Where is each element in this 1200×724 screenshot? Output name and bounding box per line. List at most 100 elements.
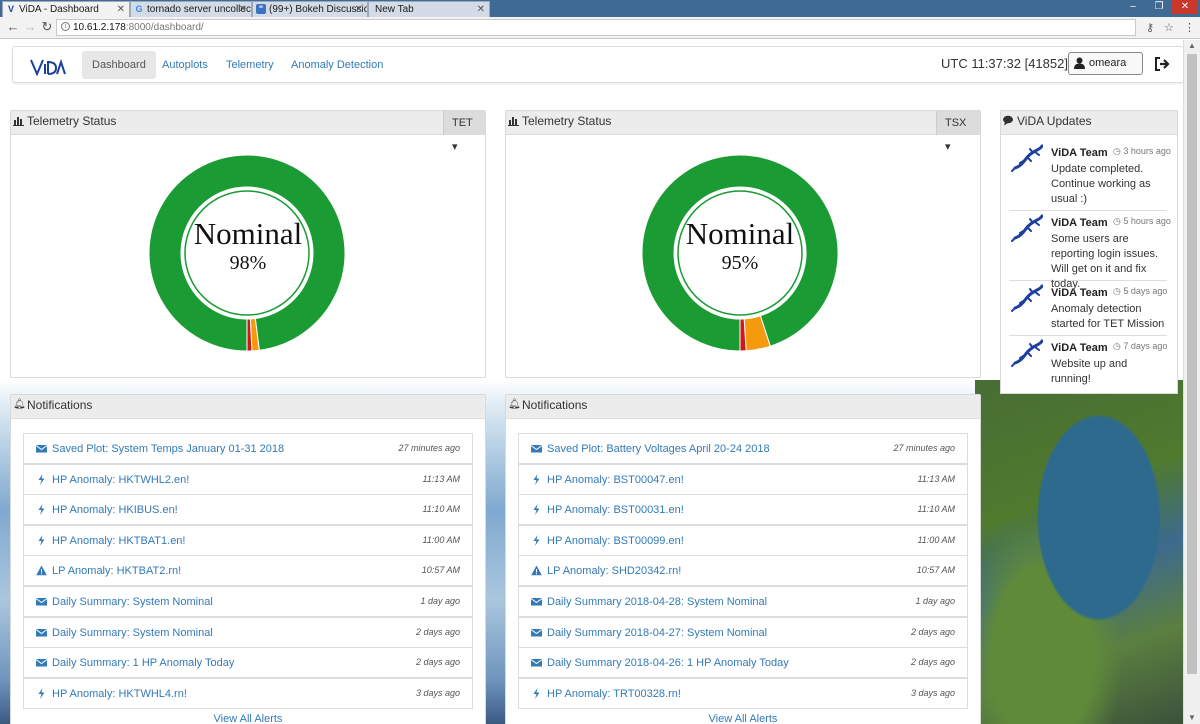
browser-tab-bokeh[interactable]: " (99+) Bokeh Discussion ✕ [252,1,368,17]
notification-link[interactable]: Daily Summary: 1 HP Anomaly Today [52,657,234,669]
notifications-panel-tet: 🔔︎ Notifications Saved Plot: System Temp… [10,394,486,724]
maximize-window-icon[interactable]: ❐ [1146,0,1172,14]
close-tab-icon[interactable]: ✕ [117,2,125,17]
close-tab-icon[interactable]: ✕ [355,2,363,17]
notification-link[interactable]: Saved Plot: Battery Voltages April 20-24… [547,443,770,455]
notification-time: 2 days ago [910,626,955,637]
key-icon[interactable]: ⚷ [1146,21,1154,34]
close-tab-icon[interactable]: ✕ [239,2,247,17]
notification-row[interactable]: Daily Summary 2018-04-28: System Nominal… [518,586,968,617]
notification-row[interactable]: LP Anomaly: SHD20342.rn! 10:57 AM [518,555,968,587]
notification-row[interactable]: HP Anomaly: BST00047.en! 11:13 AM [518,463,968,495]
info-icon[interactable]: i [61,22,70,31]
notification-time: 11:00 AM [422,534,460,545]
update-text: Anomaly detection started for TET Missio… [1051,303,1165,330]
bell-icon: 🔔︎ [13,399,26,410]
bolt-icon [533,534,540,546]
notification-row[interactable]: Saved Plot: Battery Voltages April 20-24… [518,433,968,464]
notification-link[interactable]: HP Anomaly: HKTWHL4.rn! [52,688,187,700]
url-path: :8000/dashboard/ [125,22,204,33]
mission-dropdown[interactable]: TSX ▾ [936,111,980,153]
notification-link[interactable]: HP Anomaly: HKTWHL2.en! [52,474,189,486]
notification-row[interactable]: Daily Summary: System Nominal 1 day ago [23,586,473,617]
scroll-up-icon[interactable]: ▲ [1184,40,1200,52]
notification-link[interactable]: Daily Summary 2018-04-26: 1 HP Anomaly T… [547,657,789,669]
bolt-icon [38,473,45,485]
earth-background-image [975,380,1200,724]
browser-menu-icon[interactable]: ⋮ [1184,21,1195,34]
vida-logo[interactable] [29,54,67,78]
update-item: ViDA Team ◷ 7 days ago Website up and runn… [1009,336,1167,385]
update-text: Website up and running! [1051,358,1128,385]
notification-link[interactable]: HP Anomaly: TRT00328.rn! [547,688,681,700]
url-input[interactable]: i 10.61.2.178:8000/dashboard/ [56,19,1136,36]
notification-row[interactable]: Daily Summary: System Nominal 2 days ago [23,616,473,648]
panel-title: ViDA Updates [1017,114,1092,128]
nav-dashboard[interactable]: Dashboard [82,51,156,79]
update-time-text: 5 days ago [1123,286,1168,296]
tab-title: ViDA - Dashboard [19,4,99,15]
notification-link[interactable]: Daily Summary 2018-04-27: System Nominal [547,627,767,639]
gecko-icon [1011,339,1043,367]
bolt-icon [533,687,540,699]
panel-header: Telemetry Status [11,111,485,135]
notification-row[interactable]: HP Anomaly: TRT00328.rn! 3 days ago [518,677,968,709]
scroll-down-icon[interactable]: ▼ [1184,712,1200,724]
user-button[interactable]: omeara [1068,52,1143,75]
view-all-alerts-link[interactable]: View All Alerts [506,713,980,724]
notification-link[interactable]: HP Anomaly: BST00047.en! [547,474,684,486]
notification-row[interactable]: Daily Summary: 1 HP Anomaly Today 2 days … [23,647,473,679]
update-item: ViDA Team ◷ 5 hours ago Some users are rep… [1009,211,1171,290]
notification-link[interactable]: HP Anomaly: HKTBAT1.en! [52,535,185,547]
notification-row[interactable]: HP Anomaly: BST00031.en! 11:10 AM [518,494,968,526]
browser-tab-new[interactable]: New Tab ✕ [368,1,490,17]
gauge-label: Nominal 95% [640,217,840,275]
notification-link[interactable]: Daily Summary: System Nominal [52,596,213,608]
browser-tab-bar: V ViDA - Dashboard ✕ G tornado server un… [0,0,1200,17]
reload-icon[interactable]: ↻ [40,20,54,34]
bar-chart-icon [13,117,24,126]
mission-dropdown[interactable]: TET ▾ [443,111,485,153]
notification-link[interactable]: HP Anomaly: HKIBUS.en! [52,504,178,516]
gecko-icon [1011,284,1043,312]
update-author: ViDA Team [1051,342,1108,354]
notification-link[interactable]: Daily Summary: System Nominal [52,627,213,639]
notification-row[interactable]: Saved Plot: System Temps January 01-31 2… [23,433,473,464]
close-tab-icon[interactable]: ✕ [477,2,485,17]
notification-link[interactable]: HP Anomaly: BST00031.en! [547,504,684,516]
back-arrow-icon[interactable]: ← [6,20,20,34]
scrollbar-thumb[interactable] [1187,54,1197,674]
nav-autoplots[interactable]: Autoplots [152,51,218,79]
notification-row[interactable]: HP Anomaly: BST00099.en! 11:00 AM [518,524,968,556]
nav-telemetry[interactable]: Telemetry [216,51,284,79]
envelope-icon [531,659,542,667]
notification-row[interactable]: HP Anomaly: HKTBAT1.en! 11:00 AM [23,524,473,556]
notification-time: 10:57 AM [421,565,460,576]
notification-row[interactable]: Daily Summary 2018-04-26: 1 HP Anomaly T… [518,647,968,679]
notification-row[interactable]: HP Anomaly: HKTWHL4.rn! 3 days ago [23,677,473,709]
update-time-text: 3 hours ago [1123,146,1171,156]
update-author: ViDA Team [1051,217,1108,229]
notification-row[interactable]: HP Anomaly: HKIBUS.en! 11:10 AM [23,494,473,526]
view-all-alerts-link[interactable]: View All Alerts [11,713,485,724]
notification-link[interactable]: Saved Plot: System Temps January 01-31 2… [52,443,284,455]
browser-tab-vida[interactable]: V ViDA - Dashboard ✕ [2,1,130,17]
notification-link[interactable]: Daily Summary 2018-04-28: System Nominal [547,596,767,608]
notification-row[interactable]: HP Anomaly: HKTWHL2.en! 11:13 AM [23,463,473,495]
close-window-icon[interactable]: ✕ [1172,0,1198,14]
logout-icon[interactable] [1153,55,1171,73]
notification-row[interactable]: Daily Summary 2018-04-27: System Nominal… [518,616,968,648]
bookmark-star-icon[interactable]: ☆ [1164,21,1174,34]
notification-link[interactable]: HP Anomaly: BST00099.en! [547,535,684,547]
forward-arrow-icon[interactable]: → [23,20,37,34]
notification-link[interactable]: LP Anomaly: SHD20342.rn! [547,565,681,577]
tab-title: tornado server uncollecte [147,4,252,15]
notification-link[interactable]: LP Anomaly: HKTBAT2.rn! [52,565,181,577]
browser-tab-google[interactable]: G tornado server uncollecte ✕ [130,1,252,17]
notification-row[interactable]: LP Anomaly: HKTBAT2.rn! 10:57 AM [23,555,473,587]
nav-anomaly-detection[interactable]: Anomaly Detection [281,51,393,79]
google-favicon-icon: G [135,4,143,14]
page-scrollbar[interactable]: ▲ ▼ [1183,40,1200,724]
minimize-window-icon[interactable]: – [1120,0,1146,14]
vida-updates-panel: ViDA Updates ViDA Team ◷ 3 hours ago Updat… [1000,110,1178,394]
